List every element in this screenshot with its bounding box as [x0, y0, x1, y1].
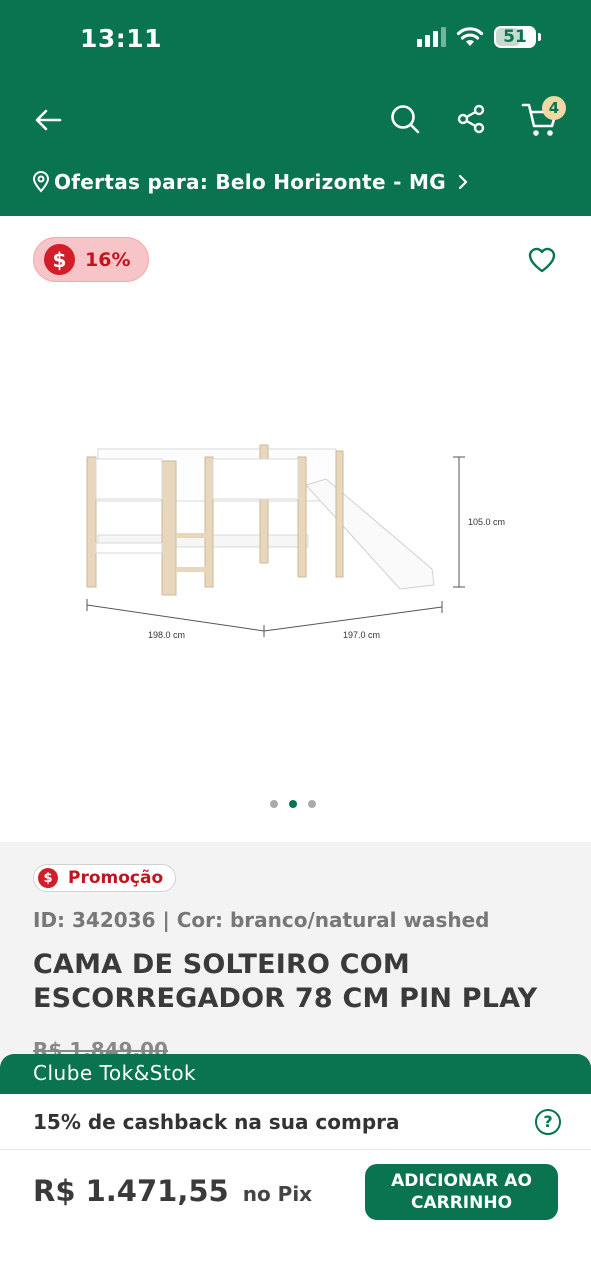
price-bar: R$ 1.471,55 no Pix ADICIONAR AO CARRINHO — [0, 1150, 591, 1280]
cashback-row: 15% de cashback na sua compra ? — [0, 1094, 591, 1150]
product-id-color: ID: 342036 | Cor: branco/natural washed — [33, 908, 490, 932]
discount-percent: 16% — [85, 248, 131, 271]
favorite-button[interactable] — [524, 242, 560, 278]
location-pin-icon — [32, 171, 50, 193]
back-arrow-icon — [35, 109, 62, 131]
height-dimension: 105.0 cm — [468, 517, 505, 527]
location-text: Ofertas para: Belo Horizonte - MG — [54, 170, 446, 194]
pix-label: no Pix — [242, 1182, 313, 1206]
location-selector[interactable]: Ofertas para: Belo Horizonte - MG — [32, 170, 470, 194]
promo-badge: $ Promoção — [33, 864, 177, 892]
carousel-dot[interactable] — [270, 800, 278, 808]
bed-illustration: 105.0 cm 198.0 cm 197.0 cm — [86, 444, 505, 640]
share-icon — [457, 104, 485, 134]
cart-count-badge: 4 — [542, 96, 566, 120]
length-dimension: 198.0 cm — [148, 630, 185, 640]
carousel-dot-active[interactable] — [289, 800, 297, 808]
pix-price: R$ 1.471,55 — [33, 1174, 229, 1208]
product-title: CAMA DE SOLTEIRO COM ESCORREGADOR 78 CM … — [33, 949, 538, 1014]
wifi-icon — [456, 27, 484, 46]
signal-icon — [417, 27, 446, 47]
battery-level: 51 — [503, 27, 527, 47]
share-button[interactable] — [450, 98, 492, 140]
cashback-text: 15% de cashback na sua compra — [33, 1109, 400, 1134]
status-time: 13:11 — [80, 24, 163, 53]
chevron-right-icon — [458, 174, 468, 190]
battery-icon: 51 — [494, 26, 536, 48]
product-image[interactable]: 105.0 cm 198.0 cm 197.0 cm — [70, 435, 530, 645]
carousel-dots[interactable] — [270, 800, 316, 808]
carousel-dot[interactable] — [308, 800, 316, 808]
add-to-cart-button[interactable]: ADICIONAR AO CARRINHO — [365, 1164, 558, 1220]
app-header: 13:11 51 4 Ofertas para: Belo Horizonte … — [0, 0, 591, 216]
help-icon[interactable]: ? — [535, 1108, 561, 1135]
club-title: Clube Tok&Stok — [33, 1061, 197, 1085]
search-icon — [391, 105, 420, 134]
pix-price-block: R$ 1.471,55 no Pix — [33, 1174, 312, 1208]
dollar-icon: $ — [38, 868, 58, 888]
dollar-icon: $ — [44, 244, 75, 275]
back-button[interactable] — [28, 100, 68, 140]
club-banner[interactable]: Clube Tok&Stok — [0, 1054, 591, 1094]
search-button[interactable] — [384, 98, 426, 140]
width-dimension: 197.0 cm — [343, 630, 380, 640]
status-icons: 51 — [417, 26, 541, 48]
promo-label: Promoção — [68, 868, 164, 888]
discount-badge: $ 16% — [33, 237, 149, 282]
heart-icon — [528, 247, 556, 273]
